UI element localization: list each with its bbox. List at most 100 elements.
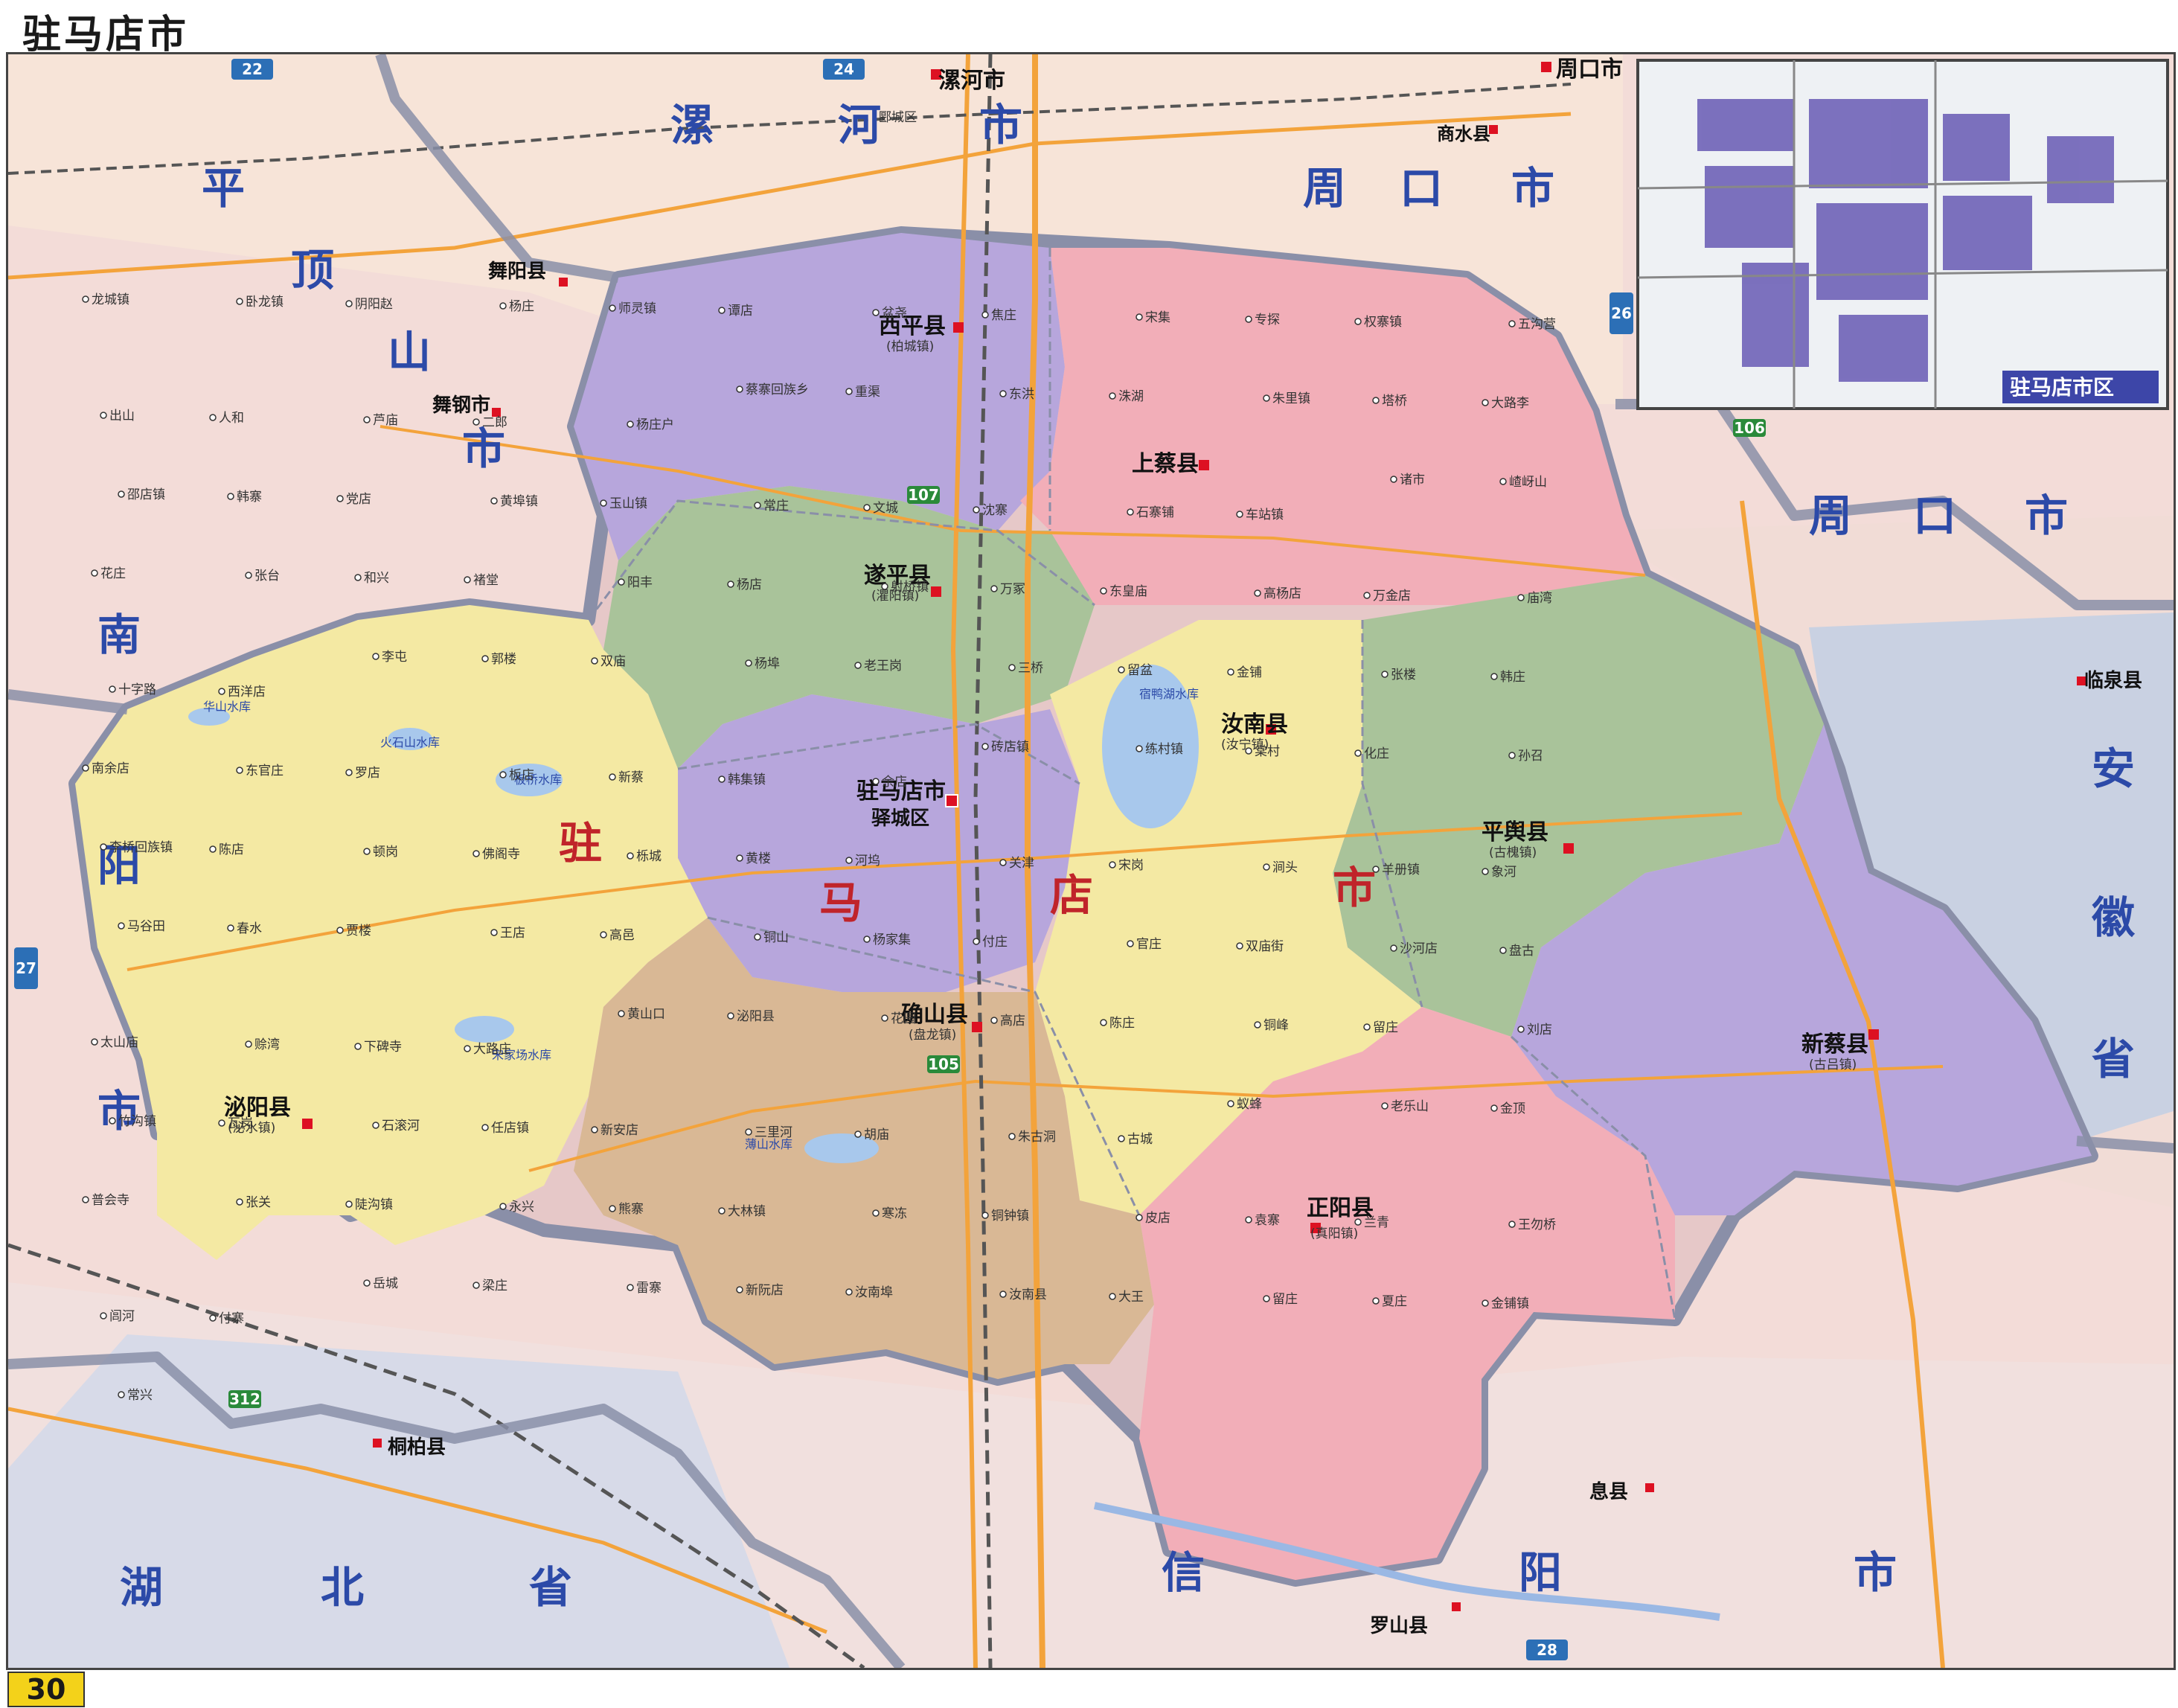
town-marker bbox=[627, 852, 634, 860]
town-marker bbox=[1482, 868, 1489, 875]
town-marker bbox=[1372, 866, 1380, 873]
town-marker bbox=[1245, 316, 1252, 323]
town-label: 高邑 bbox=[609, 928, 635, 943]
town-label: 大王 bbox=[1118, 1290, 1144, 1305]
town-label: 张关 bbox=[246, 1195, 271, 1210]
town-label: 金顶 bbox=[1500, 1101, 1525, 1116]
svg-text:107: 107 bbox=[908, 486, 939, 504]
svg-text:临泉县: 临泉县 bbox=[2084, 669, 2142, 692]
luohe-char-3: 市 bbox=[979, 100, 1022, 150]
town-label: 高杨店 bbox=[1263, 586, 1301, 601]
town-marker bbox=[999, 390, 1007, 397]
town-label: 孙召 bbox=[1518, 749, 1543, 764]
town-marker bbox=[1136, 1214, 1143, 1221]
town-marker bbox=[245, 1040, 252, 1048]
town-marker bbox=[627, 1284, 634, 1291]
svg-text:(盘龙镇): (盘龙镇) bbox=[909, 1028, 956, 1043]
svg-text:商水县: 商水县 bbox=[1437, 124, 1490, 144]
town-label: 练村镇 bbox=[1145, 742, 1183, 757]
town-marker bbox=[1263, 863, 1270, 871]
town-marker bbox=[1254, 589, 1261, 597]
town-label: 陈庄 bbox=[1109, 1016, 1135, 1031]
town-marker bbox=[1390, 944, 1397, 952]
town-marker bbox=[227, 924, 234, 932]
town-marker bbox=[1499, 947, 1507, 954]
town-label: 东皇庙 bbox=[1109, 584, 1147, 599]
town-label: 和兴 bbox=[364, 571, 389, 586]
town-label: 阳丰 bbox=[627, 575, 653, 590]
svg-text:(真阳镇): (真阳镇) bbox=[1310, 1226, 1358, 1241]
town-label: 陈店 bbox=[219, 842, 244, 857]
town-marker bbox=[618, 578, 625, 586]
svg-text:26: 26 bbox=[1611, 304, 1632, 322]
town-marker bbox=[1381, 671, 1389, 678]
map-canvas[interactable]: 22 24 26 27 28 107 105 106 312 驻 马 店 市 漯… bbox=[8, 54, 2174, 1668]
town-marker bbox=[754, 502, 761, 509]
town-label: 下碑寺 bbox=[364, 1040, 402, 1055]
town-marker bbox=[363, 416, 371, 423]
svg-text:(古槐镇): (古槐镇) bbox=[1489, 845, 1537, 860]
town-label: 胡庙 bbox=[864, 1128, 889, 1142]
luohe-char-2: 河 bbox=[838, 100, 881, 150]
town-marker bbox=[1118, 666, 1125, 674]
anhui-char-3: 省 bbox=[2092, 1034, 2135, 1084]
town-marker bbox=[1372, 397, 1380, 404]
svg-text:105: 105 bbox=[928, 1055, 959, 1073]
town-label: 五沟营 bbox=[1518, 317, 1556, 332]
svg-text:舞阳县: 舞阳县 bbox=[488, 260, 546, 283]
town-label: 黄山口 bbox=[627, 1007, 665, 1022]
town-label: 王勿桥 bbox=[1518, 1218, 1556, 1232]
town-label: 涧头 bbox=[1272, 860, 1298, 875]
pds-char-2: 顶 bbox=[291, 245, 334, 295]
town-label: 羊册镇 bbox=[1382, 863, 1420, 877]
town-marker bbox=[736, 386, 743, 393]
town-marker bbox=[345, 769, 353, 776]
svg-text:(柏城镇): (柏城镇) bbox=[886, 339, 934, 354]
town-label: 党店 bbox=[346, 492, 371, 507]
town-marker bbox=[363, 848, 371, 855]
route-shield-22: 22 bbox=[231, 59, 273, 80]
town-marker bbox=[345, 1200, 353, 1208]
town-marker bbox=[981, 743, 989, 750]
svg-text:27: 27 bbox=[16, 959, 36, 977]
town-label: 张台 bbox=[254, 569, 280, 583]
town-label: 二郎 bbox=[482, 415, 507, 430]
town-marker bbox=[1127, 508, 1134, 516]
town-label: 邵店镇 bbox=[127, 487, 165, 502]
town-label: 官庄 bbox=[1136, 937, 1162, 952]
svg-text:平舆县: 平舆县 bbox=[1482, 819, 1548, 845]
town-label: 化庄 bbox=[1364, 746, 1389, 761]
town-label: 谭店 bbox=[728, 304, 753, 319]
town-label: 东官庄 bbox=[246, 764, 284, 778]
town-marker bbox=[600, 931, 607, 938]
town-marker bbox=[727, 580, 734, 588]
town-label: 宋岗 bbox=[1118, 858, 1144, 873]
town-label: 大路庄 bbox=[473, 1042, 511, 1057]
map-area[interactable]: 22 24 26 27 28 107 105 106 312 驻 马 店 市 漯… bbox=[6, 52, 2176, 1670]
town-label: 兰青 bbox=[1364, 1215, 1389, 1230]
town-label: 板店 bbox=[509, 768, 534, 783]
town-marker bbox=[1100, 1019, 1107, 1026]
town-marker bbox=[1390, 476, 1397, 483]
route-shield-28: 28 bbox=[1526, 1640, 1568, 1660]
town-label: 杨家集 bbox=[873, 933, 911, 947]
town-marker bbox=[854, 662, 862, 669]
town-marker bbox=[1517, 594, 1525, 601]
town-marker bbox=[1109, 861, 1116, 869]
town-label: 金铺镇 bbox=[1491, 1296, 1529, 1311]
town-marker bbox=[1363, 1023, 1371, 1031]
town-label: 杨庄 bbox=[509, 299, 534, 314]
svg-text:火石山水库: 火石山水库 bbox=[380, 735, 440, 749]
town-label: 老乐山 bbox=[1391, 1099, 1429, 1114]
town-label: 留庄 bbox=[1373, 1020, 1398, 1035]
town-label: 常庄 bbox=[763, 499, 789, 514]
town-marker bbox=[1508, 752, 1516, 759]
town-marker bbox=[990, 1017, 998, 1024]
town-label: 砖店镇 bbox=[991, 740, 1029, 755]
town-marker bbox=[118, 490, 125, 498]
luohe-char-1: 漯 bbox=[670, 100, 714, 150]
town-marker bbox=[999, 859, 1007, 866]
town-label: 朱古洞 bbox=[1018, 1130, 1056, 1145]
town-label: 郭楼 bbox=[491, 652, 516, 667]
town-label: 熊寨 bbox=[618, 1202, 644, 1217]
